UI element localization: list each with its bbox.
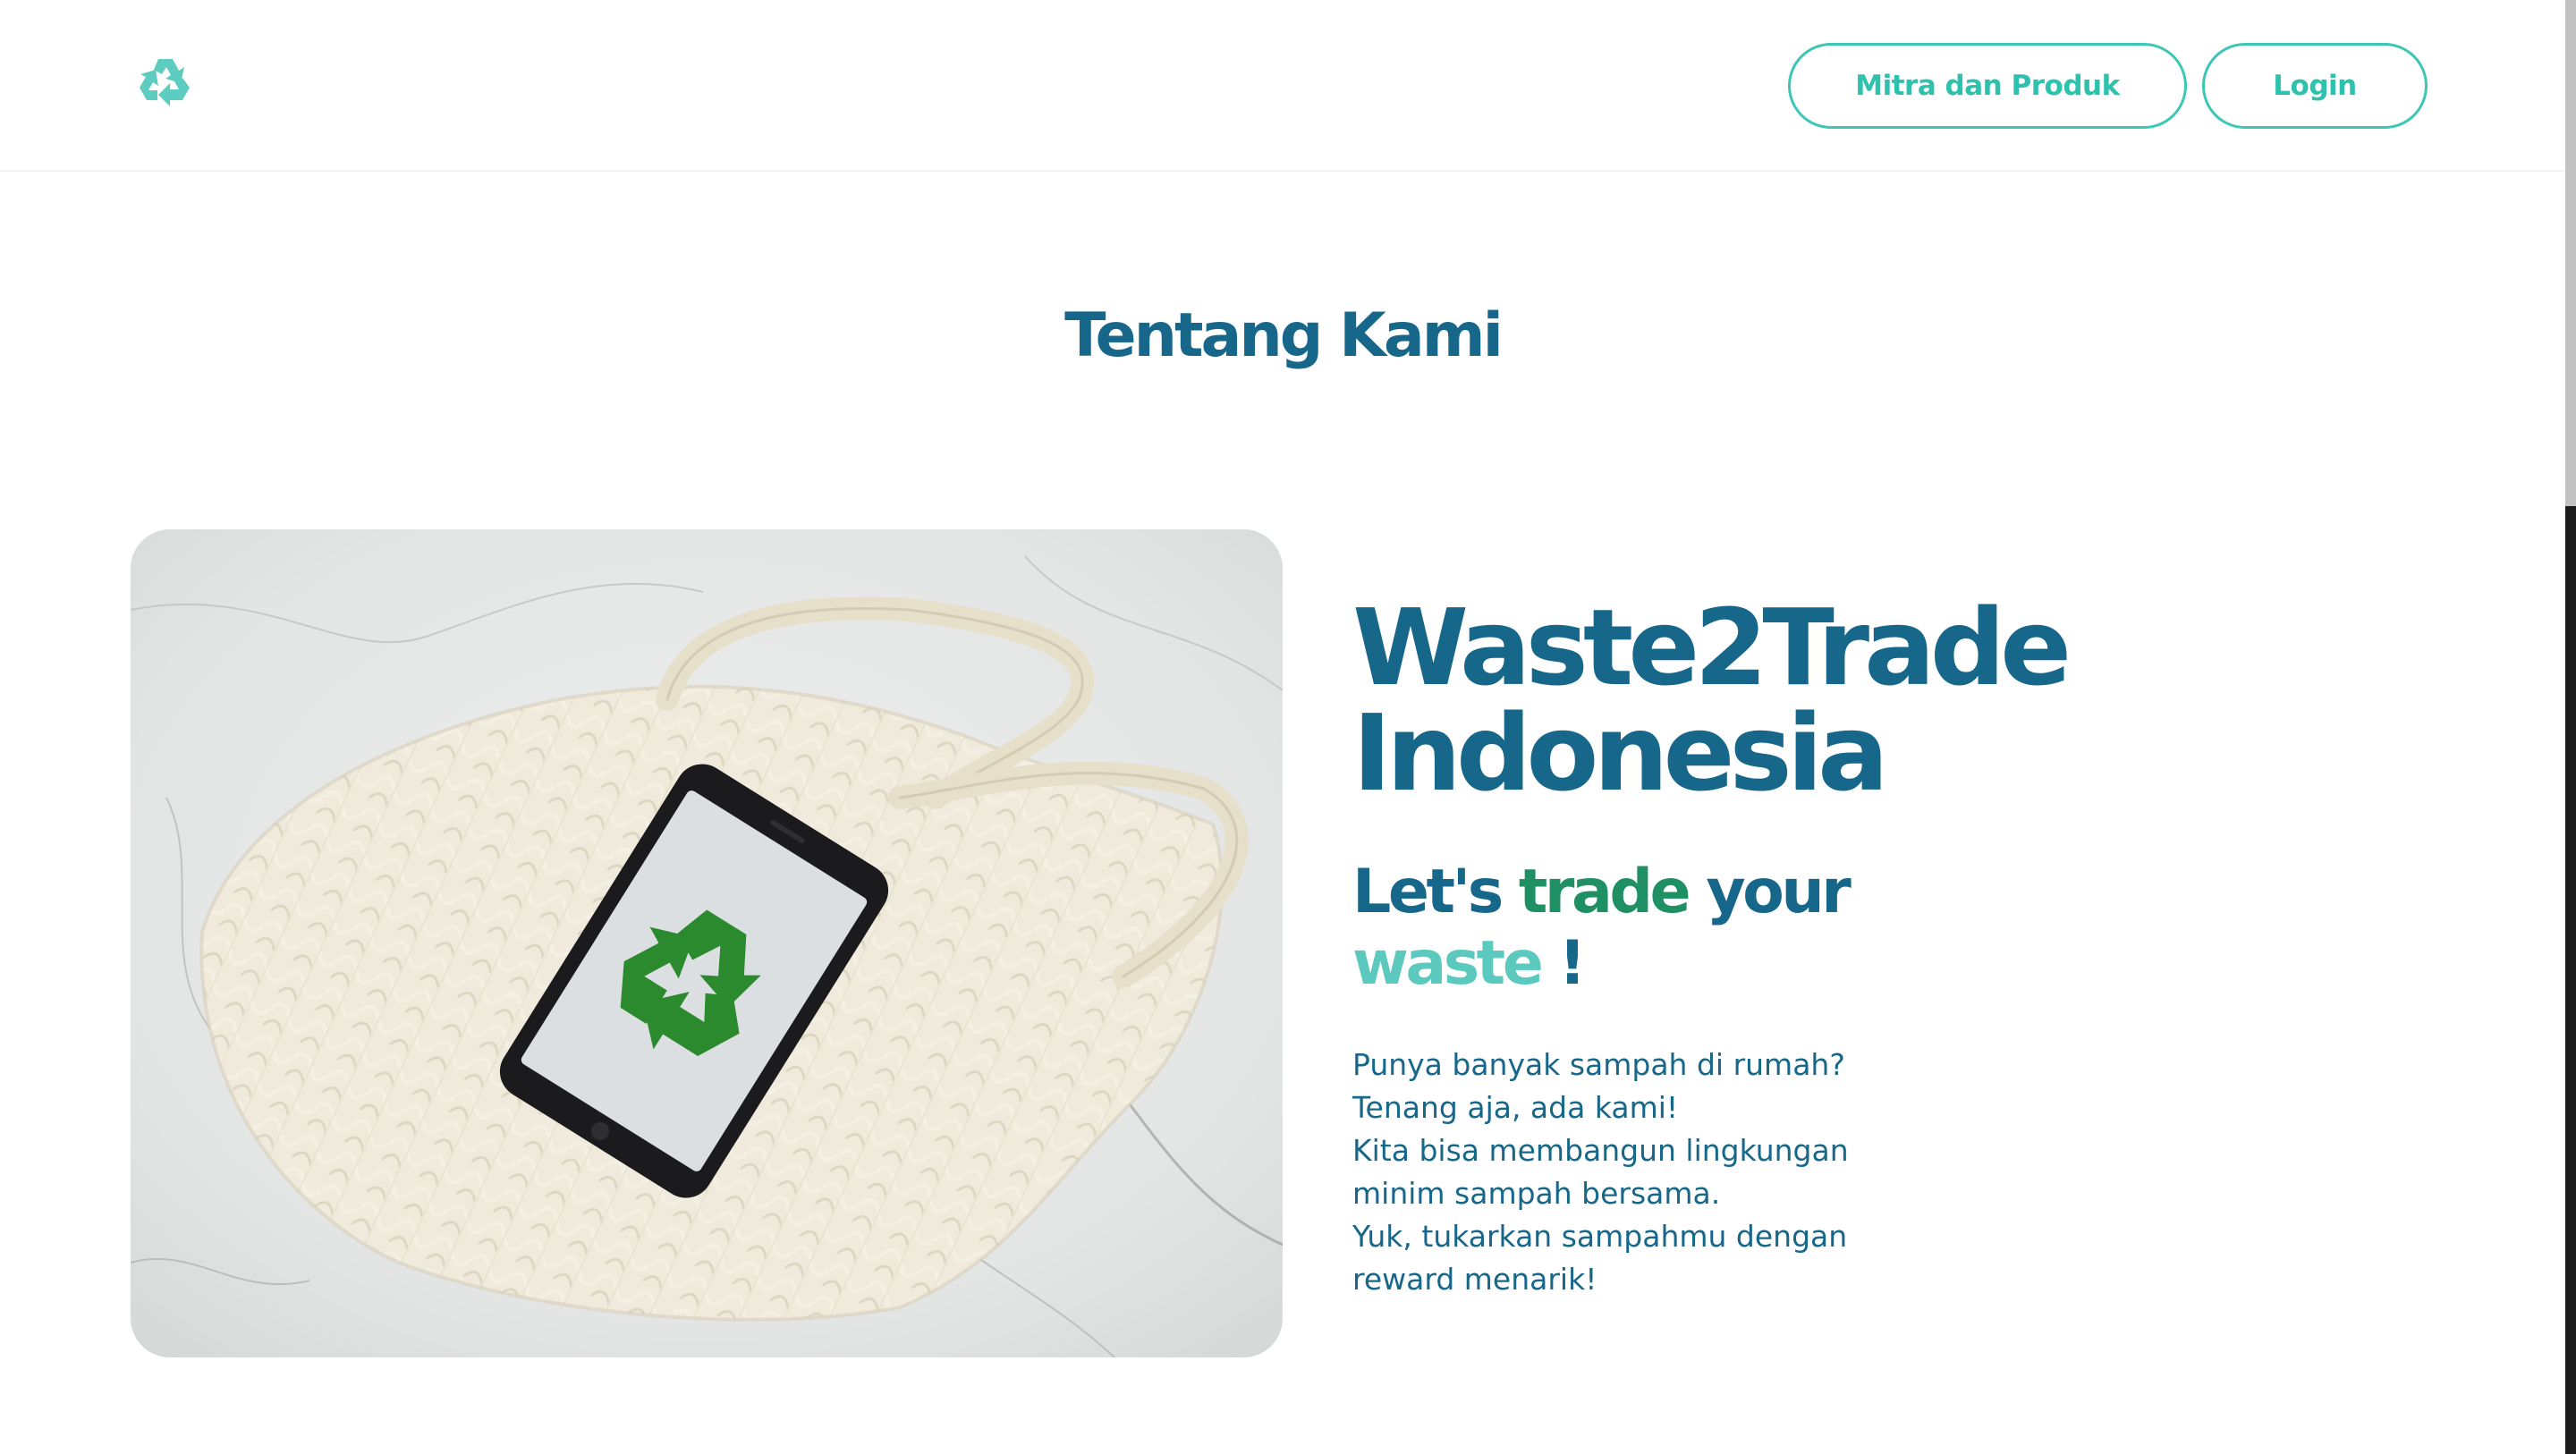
description-line: minim sampah bersama. [1352,1176,1721,1211]
section-title: Tentang Kami [1064,300,1504,371]
description-line: Punya banyak sampah di rumah? [1352,1047,1845,1082]
login-button[interactable]: Login [2202,43,2428,129]
site-header: Mitra dan Produk Login [0,0,2565,172]
about-image [131,529,1283,1357]
tagline-lets: Let's [1352,857,1519,927]
description-line: Tenang aja, ada kami! [1352,1090,1679,1125]
scrollbar-lower [2565,506,2576,1454]
tagline-your: your [1688,857,1852,927]
brand-title: Waste2Trade Indonesia [1352,595,2157,806]
brand-line-2: Indonesia [1352,691,1889,815]
about-description: Punya banyak sampah di rumah? Tenang aja… [1352,1044,1979,1301]
tagline: Let's trade your waste ! [1352,857,1979,1000]
recycle-icon[interactable] [134,54,197,116]
tagline-waste: waste [1352,928,1544,999]
description-line: Yuk, tukarkan sampahmu dengan [1352,1219,1848,1254]
description-line: Kita bisa membangun lingkungan [1352,1133,1849,1168]
nav-mitra-produk-button[interactable]: Mitra dan Produk [1788,43,2187,129]
scrollbar-thumb[interactable] [2565,0,2576,506]
description-line: reward menarik! [1352,1262,1597,1297]
tagline-trade: trade [1518,857,1691,927]
tagline-exclamation: ! [1540,928,1586,999]
